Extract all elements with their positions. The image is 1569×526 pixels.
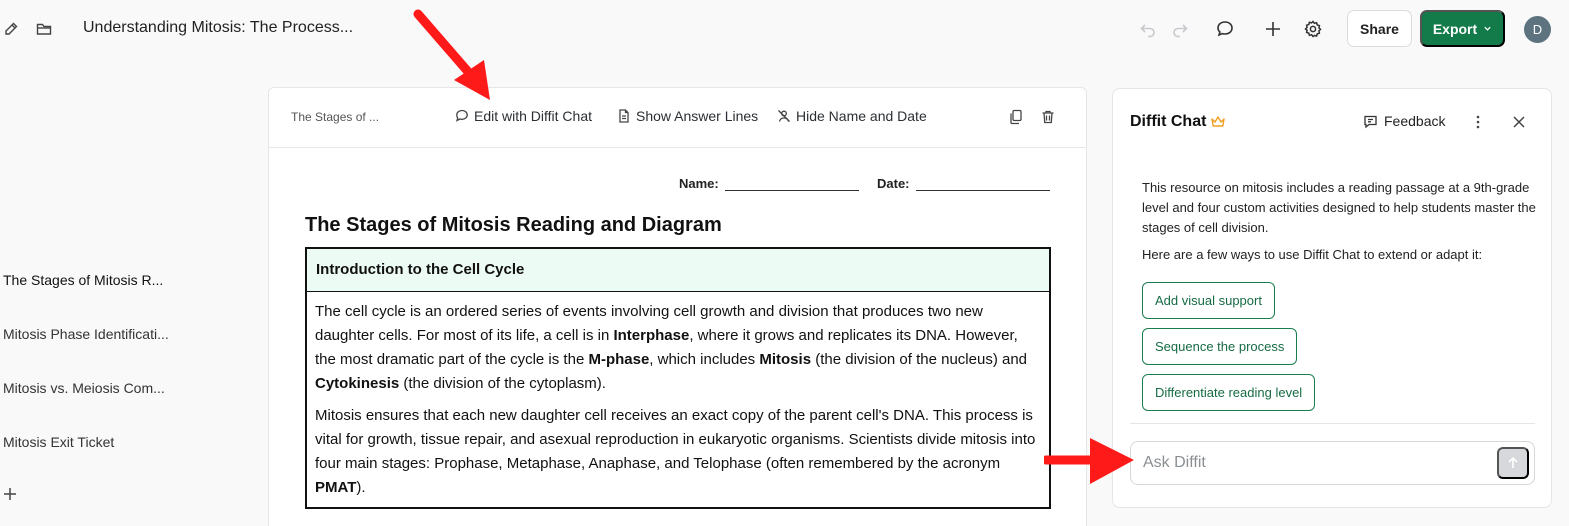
outline-item-2[interactable]: Mitosis Phase Identificati...: [3, 326, 169, 342]
feedback-button[interactable]: Feedback: [1363, 113, 1445, 129]
passage-heading: Introduction to the Cell Cycle: [307, 249, 1049, 292]
chat-title: Diffit Chat: [1130, 113, 1226, 131]
copy-icon[interactable]: [1008, 109, 1024, 125]
share-button[interactable]: Share: [1347, 10, 1412, 47]
more-options-icon[interactable]: [1470, 114, 1486, 130]
top-bar: Understanding Mitosis: The Process... Sh…: [0, 0, 1569, 58]
chat-bubble-icon[interactable]: [1215, 19, 1235, 39]
outline-item-1[interactable]: The Stages of Mitosis R...: [3, 272, 163, 288]
name-field[interactable]: Name:: [679, 176, 859, 191]
arrow-up-icon: [1508, 456, 1518, 468]
show-answer-lines-label: Show Answer Lines: [636, 108, 759, 124]
feedback-icon: [1364, 115, 1377, 128]
document-icon: [619, 109, 629, 123]
worksheet-title: The Stages of Mitosis Reading and Diagra…: [305, 214, 722, 236]
name-line: [724, 179, 859, 191]
edit-with-chat-button[interactable]: Edit with Diffit Chat: [455, 108, 592, 124]
ask-diffit-input[interactable]: [1130, 441, 1535, 485]
suggestion-differentiate-reading[interactable]: Differentiate reading level: [1142, 374, 1316, 411]
chat-bubble-icon: [455, 109, 468, 122]
date-line: [915, 179, 1050, 191]
passage-paragraph-2: Mitosis ensures that each new daughter c…: [315, 407, 1036, 496]
show-answer-lines-button[interactable]: Show Answer Lines: [617, 108, 758, 124]
gear-icon[interactable]: [1303, 19, 1323, 39]
hide-name-date-button[interactable]: Hide Name and Date: [777, 108, 927, 124]
suggestion-sequence-process[interactable]: Sequence the process: [1142, 328, 1298, 365]
chat-title-text: Diffit Chat: [1130, 113, 1207, 130]
outline-item-3[interactable]: Mitosis vs. Meiosis Com...: [3, 380, 165, 396]
outline-item-4[interactable]: Mitosis Exit Ticket: [3, 434, 114, 450]
export-label: Export: [1432, 20, 1478, 37]
plus-icon[interactable]: [1263, 19, 1283, 39]
hide-name-date-label: Hide Name and Date: [796, 108, 927, 124]
send-button[interactable]: [1497, 447, 1529, 479]
date-label: Date:: [877, 176, 910, 191]
suggestion-add-visual-support[interactable]: Add visual support: [1142, 282, 1275, 319]
user-off-icon: [778, 110, 790, 122]
folder-icon[interactable]: [36, 21, 52, 37]
edit-icon[interactable]: [3, 21, 19, 37]
document-breadcrumb[interactable]: The Stages of ...: [291, 110, 379, 124]
reading-passage-box: Introduction to the Cell Cycle The cell …: [305, 247, 1051, 509]
chevron-down-icon: [1484, 26, 1491, 31]
document-card: The Stages of ... Edit with Diffit Chat …: [268, 87, 1087, 526]
name-label: Name:: [679, 176, 719, 191]
chat-ways-message: Here are a few ways to use Diffit Chat t…: [1142, 247, 1483, 262]
export-button[interactable]: Export: [1420, 10, 1505, 47]
diffit-chat-panel: Diffit Chat Feedback This resource on mi…: [1112, 88, 1552, 508]
passage-body: The cell cycle is an ordered series of e…: [307, 292, 1049, 500]
document-toolbar: The Stages of ... Edit with Diffit Chat …: [269, 88, 1086, 148]
redo-icon[interactable]: [1170, 19, 1190, 39]
chat-divider: [1130, 423, 1535, 424]
chat-intro-message: This resource on mitosis includes a read…: [1142, 180, 1536, 235]
trash-icon[interactable]: [1040, 109, 1056, 125]
date-field[interactable]: Date:: [877, 176, 1050, 191]
undo-icon[interactable]: [1138, 19, 1158, 39]
passage-paragraph-1: The cell cycle is an ordered series of e…: [315, 303, 1028, 392]
edit-with-chat-label: Edit with Diffit Chat: [474, 108, 593, 124]
avatar[interactable]: D: [1524, 16, 1551, 43]
crown-icon: [1211, 116, 1226, 127]
add-section-icon[interactable]: [3, 487, 17, 501]
document-title[interactable]: Understanding Mitosis: The Process...: [83, 19, 353, 37]
close-icon[interactable]: [1511, 114, 1527, 130]
feedback-label: Feedback: [1384, 113, 1446, 129]
